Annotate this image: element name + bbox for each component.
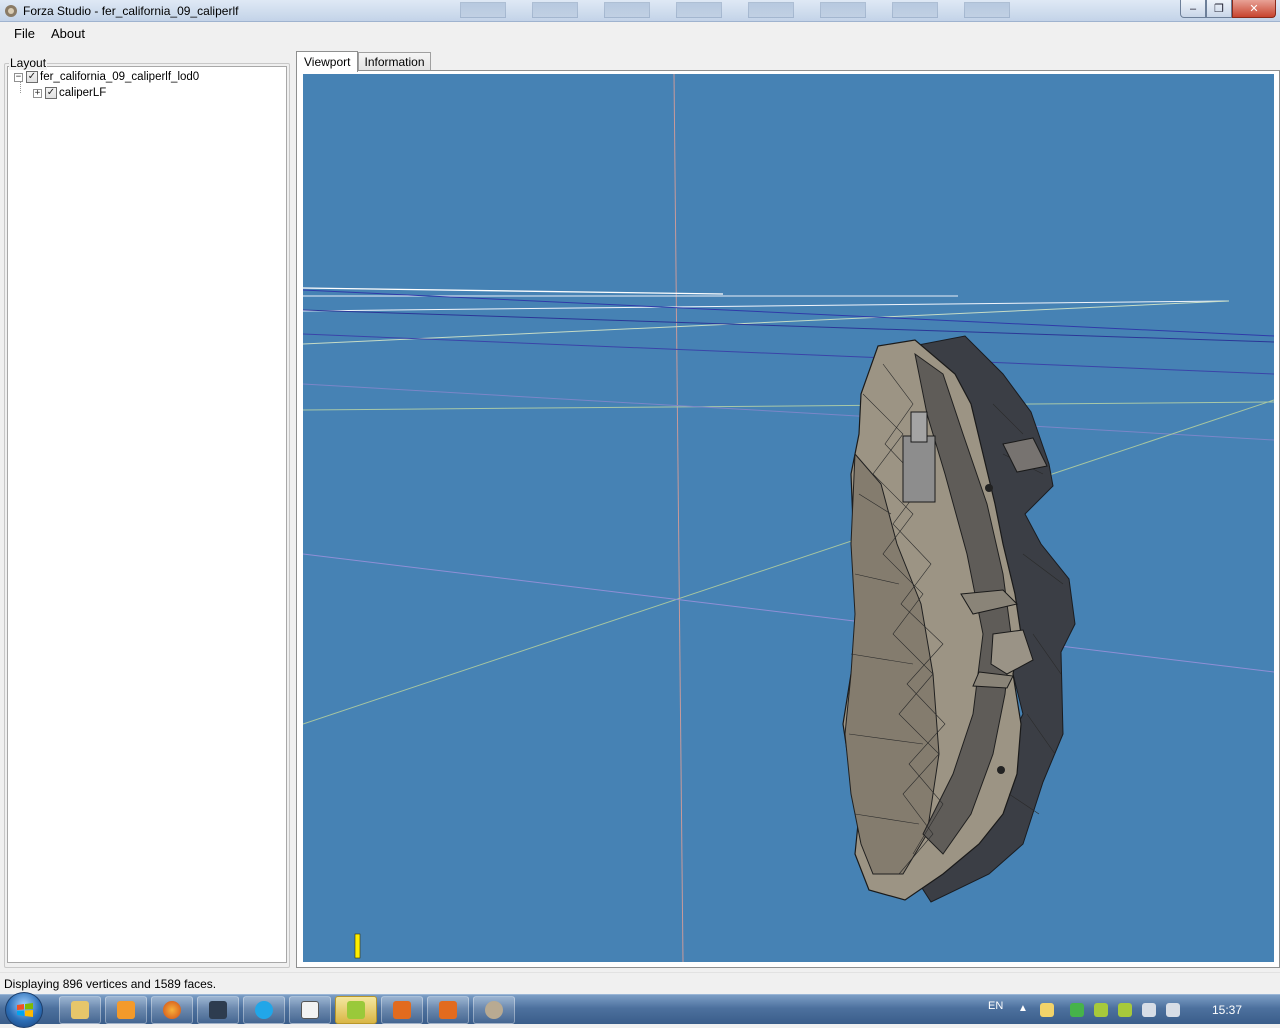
tab-strip: Viewport Information [296, 50, 431, 72]
notepad-icon [301, 1001, 319, 1019]
tree-node-caliperlf[interactable]: + ✓ caliperLF [33, 85, 106, 101]
app-icon [5, 4, 17, 17]
scene-grid-lines [303, 74, 1274, 962]
z-app-icon [393, 1001, 411, 1019]
windows-logo-icon [17, 1003, 33, 1017]
window-title: Forza Studio - fer_california_09_caliper… [23, 3, 239, 18]
tray-app-icon[interactable] [1094, 1003, 1108, 1017]
taskbar-z-app[interactable] [381, 996, 423, 1024]
close-button[interactable]: ✕ [1232, 0, 1276, 18]
firefox-icon [163, 1001, 181, 1019]
tab-viewport[interactable]: Viewport [296, 51, 359, 72]
volume-icon[interactable] [1166, 1003, 1180, 1017]
collapse-icon[interactable]: − [14, 72, 23, 82]
3d-viewport[interactable] [303, 74, 1274, 962]
expand-icon[interactable]: + [33, 88, 42, 98]
tree-node-caliperlf-label[interactable]: caliperLF [59, 87, 106, 99]
taskbar-terminal[interactable] [197, 996, 239, 1024]
tree-node-root[interactable]: − ✓ fer_california_09_caliperlf_lod0 [14, 69, 199, 85]
grid-line [303, 289, 1274, 337]
layout-label: Layout [9, 56, 48, 70]
title-bar-background-thumbnails [460, 2, 1010, 20]
axis-marker [354, 933, 361, 959]
grid-line [303, 553, 1274, 673]
taskbar-media-player[interactable] [105, 996, 147, 1024]
minimize-button[interactable]: – [1180, 0, 1206, 18]
show-hidden-icons-icon[interactable]: ▲ [1018, 1003, 1028, 1017]
forza-studio-icon [347, 1001, 365, 1019]
caliper-piston [902, 435, 936, 503]
terminal-icon [209, 1001, 227, 1019]
network-icon[interactable] [1142, 1003, 1156, 1017]
grid-line [303, 300, 1230, 312]
menu-bar: File About [0, 22, 1280, 44]
tray-security-icon[interactable] [1070, 1003, 1084, 1017]
layout-group: Layout − ✓ fer_california_09_caliperlf_l… [4, 56, 290, 968]
caliper-mesh [842, 335, 1076, 903]
tab-information[interactable]: Information [358, 52, 431, 71]
z-app-icon-2 [439, 1001, 457, 1019]
caliper-bleed-valve [910, 411, 928, 443]
taskbar-notepad[interactable] [289, 996, 331, 1024]
taskbar-forza-studio[interactable] [335, 996, 377, 1024]
taskbar-z-app-2[interactable] [427, 996, 469, 1024]
grid-line [303, 300, 1230, 345]
start-button[interactable] [5, 992, 43, 1028]
status-bar: Displaying 896 vertices and 1589 faces. [0, 972, 1280, 994]
taskbar-firefox[interactable] [151, 996, 193, 1024]
explorer-icon [71, 1001, 89, 1019]
grid-line [303, 383, 1274, 441]
taskbar-clock[interactable]: 15:37 [1212, 1003, 1242, 1017]
tree-node-root-label[interactable]: fer_california_09_caliperlf_lod0 [40, 71, 199, 83]
layout-tree[interactable]: − ✓ fer_california_09_caliperlf_lod0 + ✓… [7, 66, 287, 963]
caliper-bolt-hole [997, 766, 1005, 774]
title-bar: Forza Studio - fer_california_09_caliper… [0, 0, 1280, 22]
root-checkbox[interactable]: ✓ [26, 71, 38, 83]
caliperlf-checkbox[interactable]: ✓ [45, 87, 57, 99]
language-indicator[interactable]: EN [988, 1000, 1003, 1012]
taskbar-skype[interactable] [243, 996, 285, 1024]
maximize-button[interactable]: ❐ [1206, 0, 1232, 18]
status-text: Displaying 896 vertices and 1589 faces. [4, 976, 217, 991]
windows-taskbar [0, 992, 1280, 1028]
taskbar-forza-tool[interactable] [473, 996, 515, 1024]
tray-notes-icon[interactable] [1040, 1003, 1054, 1017]
grid-line [303, 401, 1274, 411]
vertical-axis-line [673, 74, 684, 962]
forza-tool-icon [485, 1001, 503, 1019]
skype-icon [255, 1001, 273, 1019]
grid-line [303, 333, 1274, 375]
caliper-bolt-hole [985, 484, 993, 492]
taskbar-explorer[interactable] [59, 996, 101, 1024]
tray-app-icon-2[interactable] [1118, 1003, 1132, 1017]
viewport-scene [303, 74, 1274, 962]
media-player-icon [117, 1001, 135, 1019]
grid-line [303, 399, 1274, 725]
menu-about[interactable]: About [43, 26, 93, 41]
menu-file[interactable]: File [6, 26, 43, 41]
